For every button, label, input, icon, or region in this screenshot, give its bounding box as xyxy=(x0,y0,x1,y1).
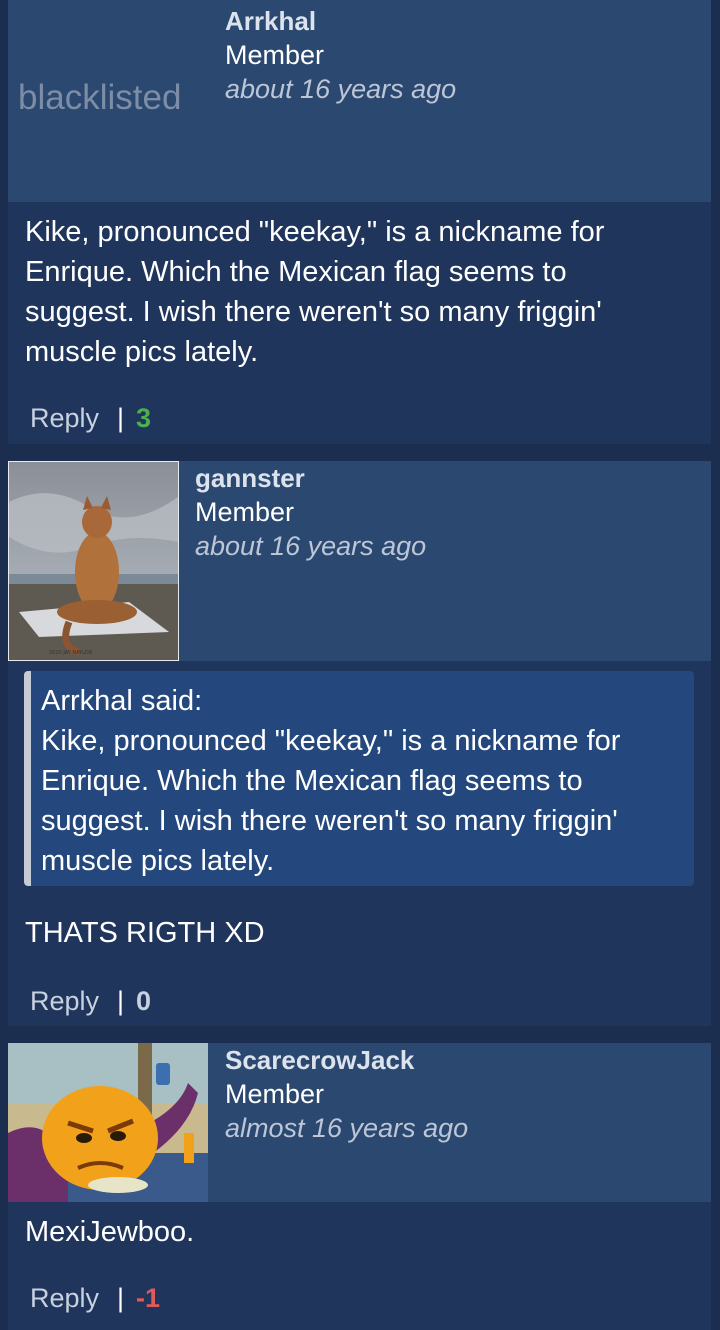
comment-timestamp: about 16 years ago xyxy=(225,74,457,104)
comment-body: MexiJewboo. xyxy=(25,1216,195,1248)
user-role: Member xyxy=(195,497,295,527)
cat-character-meditating-avatar: 2010 JAY NAYLOR xyxy=(9,462,178,660)
comment-3: ScarecrowJack Member almost 16 years ago… xyxy=(8,1043,711,1330)
comment-timestamp: about 16 years ago xyxy=(195,531,427,561)
username-link[interactable]: gannster xyxy=(195,461,426,495)
comment-meta: Arrkhal Member about 16 years ago xyxy=(225,4,456,106)
reply-button[interactable]: Reply xyxy=(30,403,99,433)
comment-body: THATS RIGTH XD xyxy=(25,917,265,949)
user-role: Member xyxy=(225,1079,325,1109)
avatar-blacklisted-text: blacklisted xyxy=(18,78,182,117)
reply-separator: | xyxy=(117,1283,125,1313)
comment-body: Kike, pronounced "keekay," is a nickname… xyxy=(25,216,605,368)
quoted-comment: Arrkhal said: Kike, pronounced "keekay,"… xyxy=(24,671,694,886)
reply-button[interactable]: Reply xyxy=(30,1283,99,1313)
quote-author: Arrkhal said: xyxy=(41,685,203,717)
username-link[interactable]: Arrkhal xyxy=(225,4,456,38)
avatar[interactable] xyxy=(8,1043,208,1202)
comment-timestamp: almost 16 years ago xyxy=(225,1113,469,1143)
avatar[interactable]: 2010 JAY NAYLOR xyxy=(8,461,179,661)
reply-button[interactable]: Reply xyxy=(30,986,99,1016)
vote-score[interactable]: 0 xyxy=(136,986,151,1016)
reply-separator: | xyxy=(117,403,125,433)
reply-row: Reply | 3 xyxy=(30,403,151,434)
comment-1: blacklisted Arrkhal Member about 16 year… xyxy=(8,0,711,444)
svg-text:2010 JAY NAYLOR: 2010 JAY NAYLOR xyxy=(49,650,93,656)
user-role: Member xyxy=(225,40,325,70)
reply-row: Reply | -1 xyxy=(30,1283,160,1314)
reply-separator: | xyxy=(117,986,125,1016)
username-link[interactable]: ScarecrowJack xyxy=(225,1043,468,1077)
comment-meta: ScarecrowJack Member almost 16 years ago xyxy=(225,1043,468,1145)
reply-row: Reply | 0 xyxy=(30,986,151,1017)
vote-score[interactable]: 3 xyxy=(136,403,151,433)
pumpkin-character-avatar xyxy=(8,1043,208,1202)
quote-text: Kike, pronounced "keekay," is a nickname… xyxy=(41,725,621,877)
comment-2: 2010 JAY NAYLOR gannster Member about 16… xyxy=(8,461,711,1026)
vote-score[interactable]: -1 xyxy=(136,1283,160,1313)
comment-meta: gannster Member about 16 years ago xyxy=(195,461,426,563)
